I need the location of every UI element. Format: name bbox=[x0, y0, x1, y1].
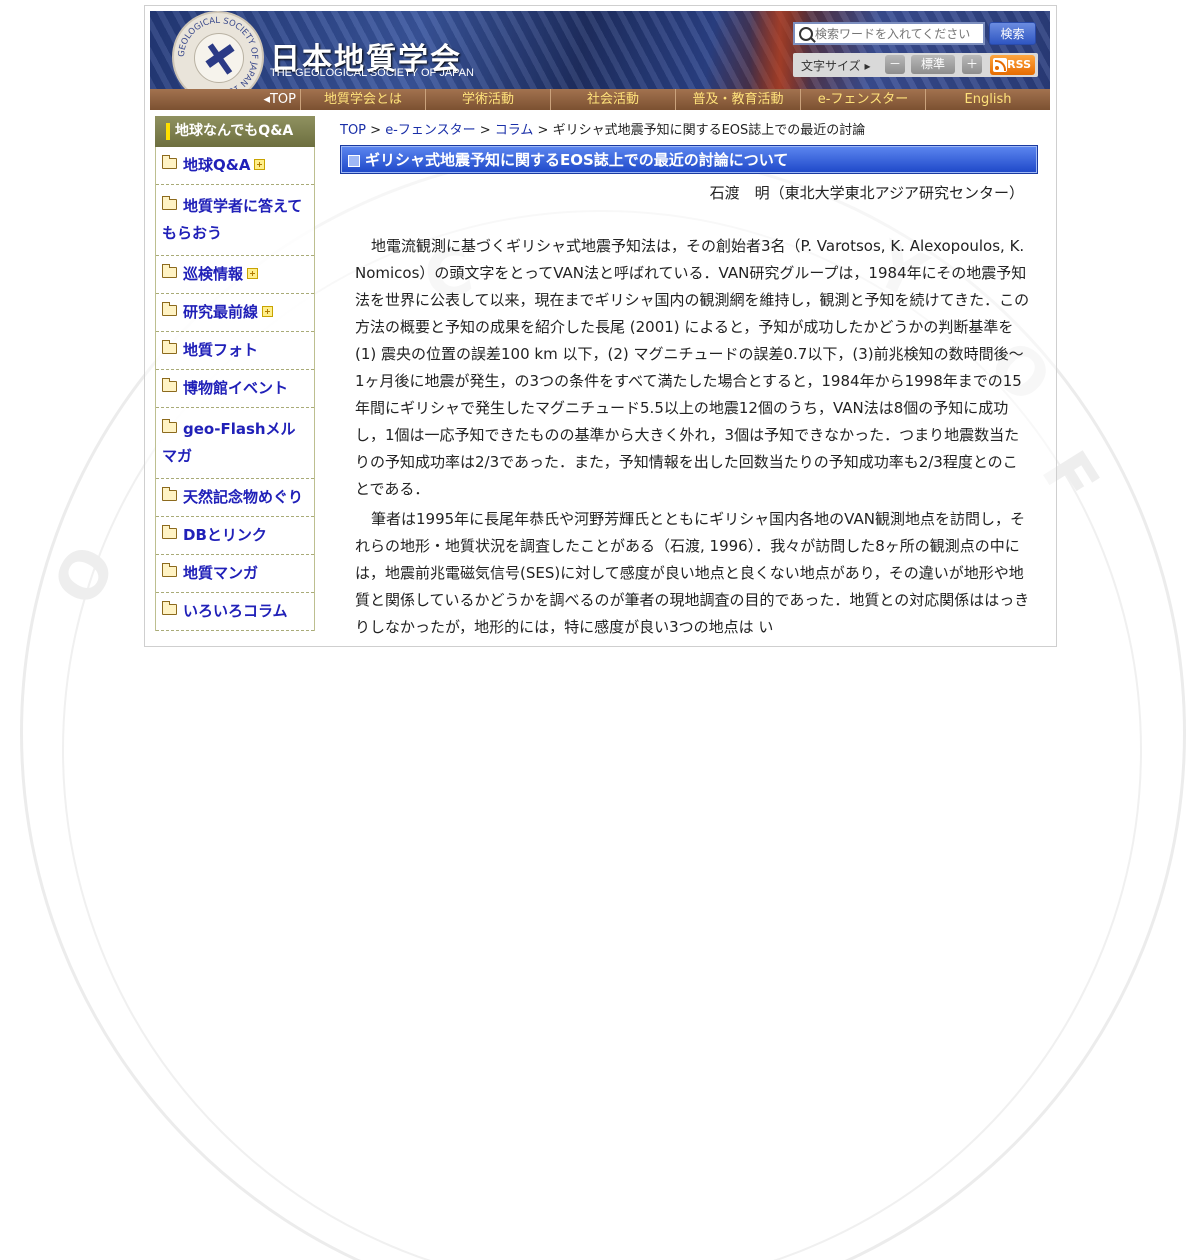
font-decrease-button[interactable]: － bbox=[885, 55, 905, 74]
breadcrumb-efenster-link[interactable]: e-フェンスター bbox=[385, 123, 475, 138]
site-subtitle: THE GEOLOGICAL SOCIETY OF JAPAN bbox=[270, 67, 474, 79]
rss-icon bbox=[993, 58, 1007, 72]
expand-icon[interactable] bbox=[262, 306, 274, 317]
font-increase-button[interactable]: ＋ bbox=[962, 55, 982, 74]
nav-item-academic[interactable]: 学術活動 bbox=[425, 89, 550, 110]
sidebar-item-field-trip[interactable]: 巡検情報 bbox=[156, 256, 314, 294]
breadcrumb-current: ギリシャ式地震予知に関するEOS誌上での最近の討論 bbox=[552, 123, 866, 138]
sidebar-header: 地球なんでもQ&A bbox=[155, 116, 315, 147]
folder-icon bbox=[162, 601, 177, 615]
nav-item-education[interactable]: 普及・教育活動 bbox=[675, 89, 800, 110]
sidebar-item-ask-geologist[interactable]: 地質学者に答えてもらおう bbox=[156, 185, 314, 256]
folder-icon bbox=[162, 340, 177, 354]
nav-top-link[interactable]: ◂TOP bbox=[150, 89, 300, 110]
sidebar-item-museum-events[interactable]: 博物館イベント bbox=[156, 370, 314, 408]
font-normal-button[interactable]: 標準 bbox=[911, 55, 955, 74]
nav-item-english[interactable]: English bbox=[925, 89, 1050, 110]
search-icon bbox=[799, 27, 813, 41]
article-body: 地電流観測に基づくギリシャ式地震予知法は，その創始者3名（P. Varotsos… bbox=[340, 233, 1040, 641]
nav-item-social[interactable]: 社会活動 bbox=[550, 89, 675, 110]
sidebar-item-db-links[interactable]: DBとリンク bbox=[156, 517, 314, 555]
main-navigation: ◂TOP 地質学会とは 学術活動 社会活動 普及・教育活動 e-フェンスター E… bbox=[150, 89, 1050, 110]
nav-item-efenster[interactable]: e-フェンスター bbox=[800, 89, 925, 110]
nav-item-about[interactable]: 地質学会とは bbox=[300, 89, 425, 110]
folder-icon bbox=[162, 563, 177, 577]
sidebar: 地球なんでもQ&A 地球Q&A 地質学者に答えてもらおう 巡検情報 研究最前線 … bbox=[155, 116, 315, 631]
sidebar-item-geo-flash[interactable]: geo-Flashメルマガ bbox=[156, 408, 314, 479]
folder-icon bbox=[162, 525, 177, 539]
article-title: ギリシャ式地震予知に関するEOS誌上での最近の討論について bbox=[365, 151, 789, 169]
expand-icon[interactable] bbox=[247, 268, 259, 279]
search-button[interactable]: 検索 bbox=[989, 22, 1036, 45]
folder-icon bbox=[162, 419, 177, 433]
sidebar-item-columns[interactable]: いろいろコラム bbox=[156, 593, 314, 631]
folder-icon bbox=[162, 378, 177, 392]
breadcrumb: TOP > e-フェンスター > コラム > ギリシャ式地震予知に関するEOS誌… bbox=[340, 123, 866, 138]
article-title-bar: ギリシャ式地震予知に関するEOS誌上での最近の討論について bbox=[340, 145, 1038, 174]
folder-icon bbox=[162, 302, 177, 316]
folder-icon bbox=[162, 487, 177, 501]
expand-icon[interactable] bbox=[254, 159, 266, 170]
logo-ring-lettering: GEOLOGICAL SOCIETY OF JAPAN 1893 bbox=[177, 16, 259, 98]
folder-icon bbox=[162, 196, 177, 210]
article-paragraph: 地電流観測に基づくギリシャ式地震予知法は，その創始者3名（P. Varotsos… bbox=[355, 237, 1030, 498]
font-size-controls: 文字サイズ ▸ － 標準 ＋ RSS bbox=[793, 53, 1038, 77]
sidebar-item-geo-photo[interactable]: 地質フォト bbox=[156, 332, 314, 370]
sidebar-item-research-frontier[interactable]: 研究最前線 bbox=[156, 294, 314, 332]
font-size-label: 文字サイズ ▸ bbox=[801, 59, 871, 73]
sidebar-menu: 地球Q&A 地質学者に答えてもらおう 巡検情報 研究最前線 地質フォト 博物館イ… bbox=[155, 147, 315, 631]
rss-label: RSS bbox=[1007, 58, 1031, 71]
sidebar-item-geo-manga[interactable]: 地質マンガ bbox=[156, 555, 314, 593]
sidebar-item-earth-qa[interactable]: 地球Q&A bbox=[156, 147, 314, 185]
article-paragraph: 筆者は1995年に長尾年恭氏や河野芳輝氏とともにギリシャ国内各地のVAN観測地点… bbox=[355, 510, 1030, 636]
rss-button[interactable]: RSS bbox=[990, 55, 1035, 75]
page-frame: GEOLOGICAL SOCIETY OF JAPAN 1893 日本地質学会 … bbox=[144, 5, 1057, 647]
search-box bbox=[793, 22, 985, 45]
breadcrumb-top-link[interactable]: TOP bbox=[340, 123, 366, 138]
search-input[interactable] bbox=[815, 25, 981, 42]
breadcrumb-column-link[interactable]: コラム bbox=[495, 123, 534, 138]
sidebar-item-natural-monuments[interactable]: 天然記念物めぐり bbox=[156, 479, 314, 517]
title-arrow-icon bbox=[348, 155, 360, 167]
svg-text:O: O bbox=[40, 534, 131, 618]
folder-icon bbox=[162, 155, 177, 169]
folder-icon bbox=[162, 264, 177, 278]
svg-text:GEOLOGICAL SOCIETY OF JAPAN 18: GEOLOGICAL SOCIETY OF JAPAN 1893 bbox=[177, 16, 259, 98]
article-author: 石渡 明（東北大学東北アジア研究センター） bbox=[709, 184, 1024, 202]
main-content: TOP > e-フェンスター > コラム > ギリシャ式地震予知に関するEOS誌… bbox=[340, 119, 1040, 644]
